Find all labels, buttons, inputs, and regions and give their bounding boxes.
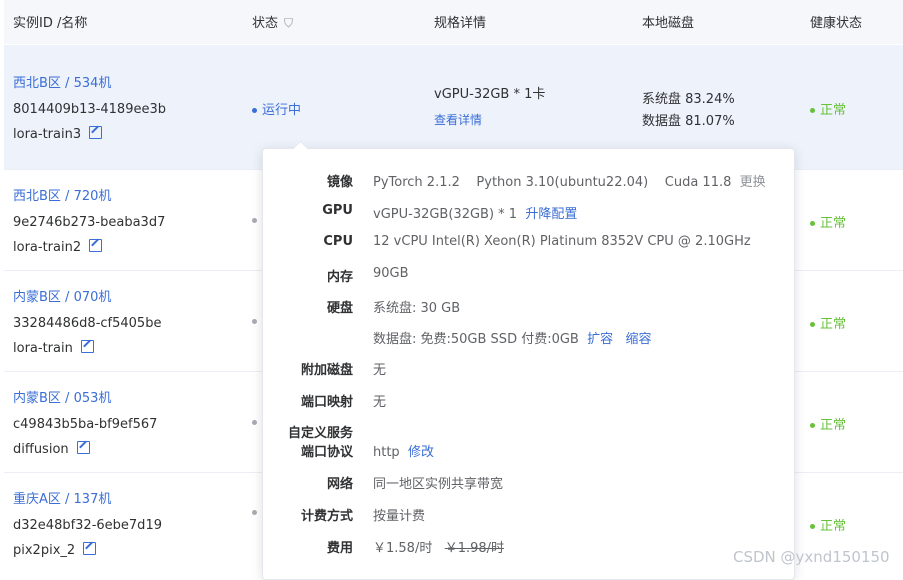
edit-protocol-link[interactable]: 修改 [408, 445, 434, 460]
edit-icon[interactable] [89, 239, 103, 252]
network-label: 网络 [326, 477, 353, 492]
edit-icon[interactable] [89, 126, 103, 139]
health-text: 正常 [820, 103, 847, 118]
health-text: 正常 [820, 519, 847, 534]
instance-name: diffusion [13, 440, 90, 457]
instance-id: 9e2746b273-beaba3d7 [13, 215, 166, 230]
disk-system: 系统盘 83.24% [642, 92, 735, 107]
health-dot [810, 221, 815, 226]
disk-data: 数据盘 81.07% [642, 114, 735, 129]
view-details-link[interactable]: 查看详情 [434, 111, 482, 128]
billing-label: 计费方式 [300, 509, 353, 524]
col-spec-header: 规格详情 [434, 16, 487, 31]
instance-id: c49843b5ba-bf9ef567 [13, 417, 158, 432]
cpu-label: CPU [323, 234, 353, 249]
col-instance-header: 实例ID /名称 [13, 16, 88, 31]
region-link[interactable]: 西北B区 / 720机 [13, 185, 111, 204]
region-link[interactable]: 西北B区 / 534机 [13, 72, 111, 91]
health-dot [810, 108, 815, 113]
resize-gpu-link[interactable]: 升降配置 [525, 207, 577, 222]
spec-text: vGPU-32GB * 1卡 [434, 87, 546, 102]
health-dot [810, 524, 815, 529]
status-dot [252, 510, 257, 515]
status-text: 运行中 [262, 103, 302, 118]
port-map-label: 端口映射 [300, 395, 353, 410]
port-protocol-text: http [373, 445, 400, 460]
edit-icon[interactable] [83, 542, 97, 555]
instance-name: lora-train2 [13, 238, 103, 255]
health-status: 正常 [810, 313, 846, 332]
filter-icon[interactable]: ⛉ [284, 16, 293, 31]
instance-name-text: lora-train3 [13, 127, 82, 142]
instance-id: 33284486d8-cf5405be [13, 316, 162, 331]
fee-original: ￥1.98/时 [444, 541, 505, 556]
extra-disk-label: 附加磁盘 [300, 363, 353, 378]
region-link[interactable]: 内蒙B区 / 070机 [13, 286, 111, 305]
status-dot [252, 108, 257, 113]
custom-service-label: 自定义服务 [287, 426, 353, 441]
gpu-label: GPU [322, 203, 353, 218]
instance-id: 8014409b13-4189ee3b [13, 102, 166, 117]
memory-value: 90GB [373, 266, 409, 281]
gpu-value-text: vGPU-32GB(32GB) * 1 [373, 207, 518, 222]
instance-name: pix2pix_2 [13, 541, 97, 558]
fee-value: ￥1.58/时 ￥1.98/时 [373, 537, 504, 556]
edit-icon[interactable] [80, 340, 94, 353]
billing-value: 按量计费 [373, 509, 426, 524]
pytorch-version: PyTorch 2.1.2 [373, 175, 460, 190]
status-dot [252, 420, 257, 425]
image-value: PyTorch 2.1.2 Python 3.10(ubuntu22.04) C… [373, 171, 766, 190]
instance-name-text: diffusion [13, 442, 69, 457]
region-link[interactable]: 重庆A区 / 137机 [13, 488, 111, 507]
health-dot [810, 423, 815, 428]
instance-name: lora-train3 [13, 125, 103, 142]
status-dot [252, 319, 257, 324]
health-status: 正常 [810, 515, 846, 534]
watermark: CSDN @yxnd150150 [733, 548, 890, 566]
memory-label: 内存 [326, 270, 353, 285]
instance-name-text: pix2pix_2 [13, 543, 76, 558]
disk-data-text: 数据盘: 免费:50GB SSD 付费:0GB [373, 332, 579, 347]
port-protocol-value: http 修改 [373, 441, 434, 460]
cpu-value: 12 vCPU Intel(R) Xeon(R) Platinum 8352V … [373, 234, 751, 249]
col-status-label: 状态 [252, 16, 279, 31]
network-value: 同一地区实例共享带宽 [373, 477, 504, 492]
health-status: 正常 [810, 99, 846, 118]
shrink-disk-link[interactable]: 缩容 [626, 332, 652, 347]
instance-details-popover: 镜像 PyTorch 2.1.2 Python 3.10(ubuntu22.04… [262, 140, 795, 580]
col-health-header: 健康状态 [810, 16, 863, 31]
instance-id: d32e48bf32-6ebe7d19 [13, 518, 162, 533]
table-header: 实例ID /名称 状态 ⛉ 规格详情 本地磁盘 健康状态 [4, 0, 903, 44]
health-status: 正常 [810, 212, 846, 231]
extra-disk-value: 无 [373, 363, 387, 378]
col-status-header: 状态 ⛉ [252, 12, 293, 31]
col-disk-header: 本地磁盘 [642, 16, 695, 31]
disk-system-value: 系统盘: 30 GB [373, 301, 461, 316]
fee-label: 费用 [326, 541, 353, 556]
image-label: 镜像 [326, 175, 353, 190]
health-text: 正常 [820, 418, 847, 433]
health-text: 正常 [820, 216, 847, 231]
instance-name: lora-train [13, 339, 94, 356]
port-map-value: 无 [373, 395, 387, 410]
cuda-version: Cuda 11.8 [664, 175, 732, 190]
port-protocol-label: 端口协议 [300, 445, 353, 460]
status-running: 运行中 [252, 99, 301, 118]
python-version: Python 3.10(ubuntu22.04) [476, 175, 649, 190]
instance-name-text: lora-train2 [13, 240, 82, 255]
disk-label: 硬盘 [326, 301, 353, 316]
health-dot [810, 322, 815, 327]
status-dot [252, 218, 257, 223]
gpu-value: vGPU-32GB(32GB) * 1 升降配置 [373, 203, 577, 222]
fee-current: ￥1.58/时 [373, 541, 433, 556]
disk-data-value: 数据盘: 免费:50GB SSD 付费:0GB 扩容 缩容 [373, 328, 652, 347]
change-image-link[interactable]: 更换 [740, 175, 766, 190]
instance-name-text: lora-train [13, 341, 73, 356]
expand-disk-link[interactable]: 扩容 [587, 332, 613, 347]
region-link[interactable]: 内蒙B区 / 053机 [13, 387, 111, 406]
health-text: 正常 [820, 317, 847, 332]
edit-icon[interactable] [76, 441, 90, 454]
health-status: 正常 [810, 414, 846, 433]
